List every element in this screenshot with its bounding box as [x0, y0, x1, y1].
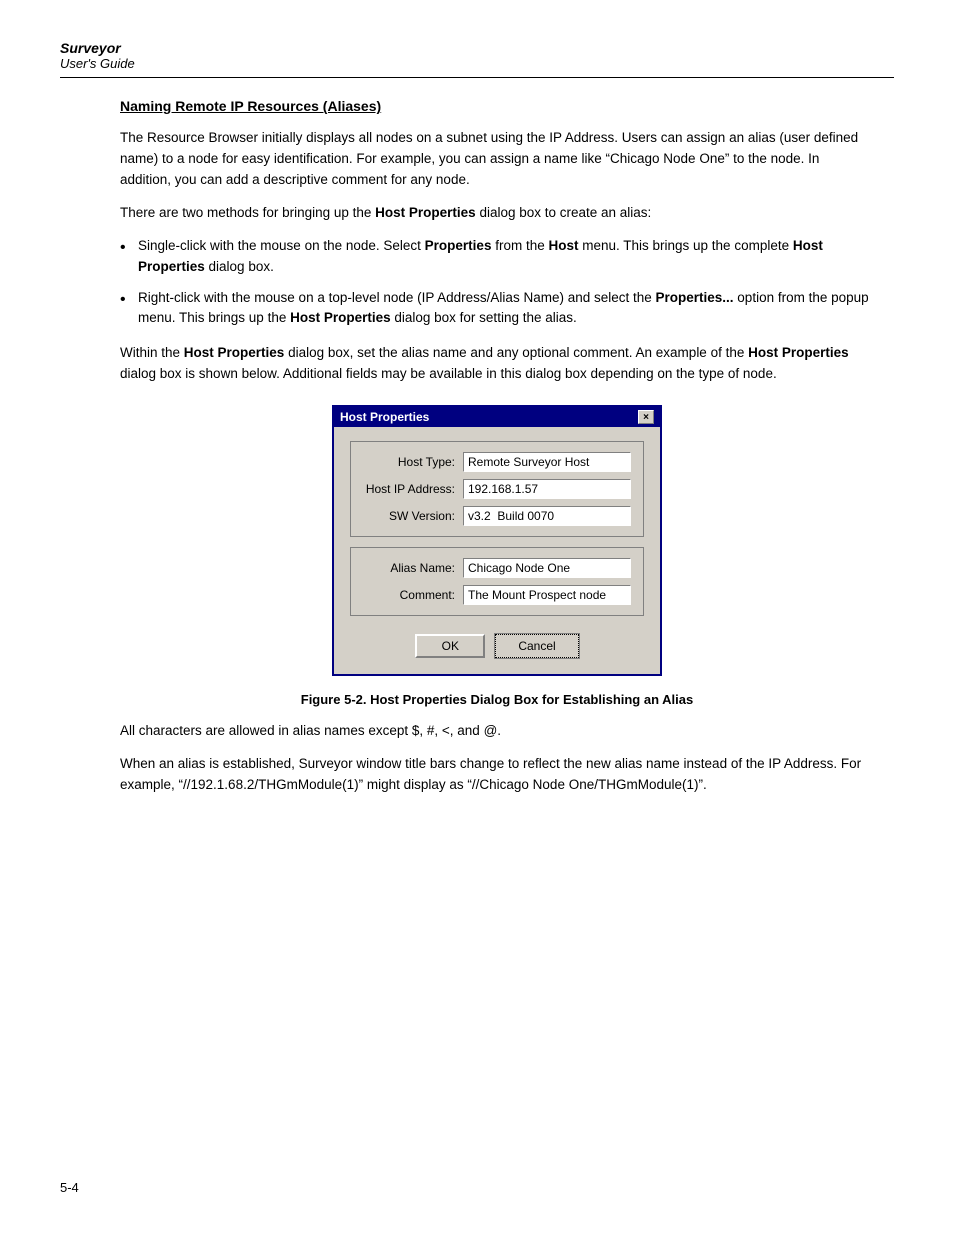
section-heading: Naming Remote IP Resources (Aliases): [120, 98, 874, 114]
host-type-row: Host Type:: [363, 452, 631, 472]
dialog-titlebar: Host Properties ×: [334, 407, 660, 427]
intro-p2-text: There are two methods for bringing up th…: [120, 205, 375, 220]
intro-p2-bold: Host Properties: [375, 205, 476, 220]
intro-p2-cont: dialog box to create an alias:: [476, 205, 652, 220]
page: Surveyor User's Guide Naming Remote IP R…: [0, 0, 954, 1235]
host-type-label: Host Type:: [363, 455, 463, 469]
dialog-close-button[interactable]: ×: [638, 410, 654, 424]
alias-name-field[interactable]: [463, 558, 631, 578]
header-title: Surveyor: [60, 40, 894, 56]
dialog-wrapper: Host Properties × Host Type: Host IP Add…: [120, 405, 874, 676]
bullet-content-2: Right-click with the mouse on a top-leve…: [138, 288, 874, 330]
header-subtitle: User's Guide: [60, 56, 894, 71]
comment-label: Comment:: [363, 588, 463, 602]
page-number: 5-4: [60, 1180, 79, 1195]
dialog-buttons: OK Cancel: [350, 626, 644, 664]
allowed-chars-text: All characters are allowed in alias name…: [120, 721, 874, 742]
alias-name-label: Alias Name:: [363, 561, 463, 575]
sw-version-label: SW Version:: [363, 509, 463, 523]
host-properties-dialog: Host Properties × Host Type: Host IP Add…: [332, 405, 662, 676]
bullet-dot-1: •: [120, 237, 138, 259]
ok-button[interactable]: OK: [415, 634, 485, 658]
dialog-info-group: Host Type: Host IP Address: SW Version:: [350, 441, 644, 537]
cancel-button[interactable]: Cancel: [495, 634, 578, 658]
bullet-dot-2: •: [120, 289, 138, 311]
host-type-field[interactable]: [463, 452, 631, 472]
dialog-body: Host Type: Host IP Address: SW Version:: [334, 427, 660, 674]
bullet-content-1: Single-click with the mouse on the node.…: [138, 236, 874, 278]
figure-caption: Figure 5-2. Host Properties Dialog Box f…: [120, 692, 874, 707]
dialog-alias-group: Alias Name: Comment:: [350, 547, 644, 616]
page-header: Surveyor User's Guide: [60, 40, 894, 78]
bullet-list: • Single-click with the mouse on the nod…: [120, 236, 874, 330]
sw-version-row: SW Version:: [363, 506, 631, 526]
alias-name-row: Alias Name:: [363, 558, 631, 578]
intro-paragraph-1: The Resource Browser initially displays …: [120, 128, 874, 191]
sw-version-field[interactable]: [463, 506, 631, 526]
host-ip-field[interactable]: [463, 479, 631, 499]
dialog-title: Host Properties: [340, 410, 429, 424]
summary-paragraph: Within the Host Properties dialog box, s…: [120, 343, 874, 385]
host-ip-row: Host IP Address:: [363, 479, 631, 499]
comment-row: Comment:: [363, 585, 631, 605]
host-ip-label: Host IP Address:: [363, 482, 463, 496]
intro-paragraph-2: There are two methods for bringing up th…: [120, 203, 874, 224]
comment-field[interactable]: [463, 585, 631, 605]
bullet-item-2: • Right-click with the mouse on a top-le…: [120, 288, 874, 330]
bullet-item-1: • Single-click with the mouse on the nod…: [120, 236, 874, 278]
content-area: Naming Remote IP Resources (Aliases) The…: [60, 98, 894, 796]
alias-desc-text: When an alias is established, Surveyor w…: [120, 754, 874, 796]
